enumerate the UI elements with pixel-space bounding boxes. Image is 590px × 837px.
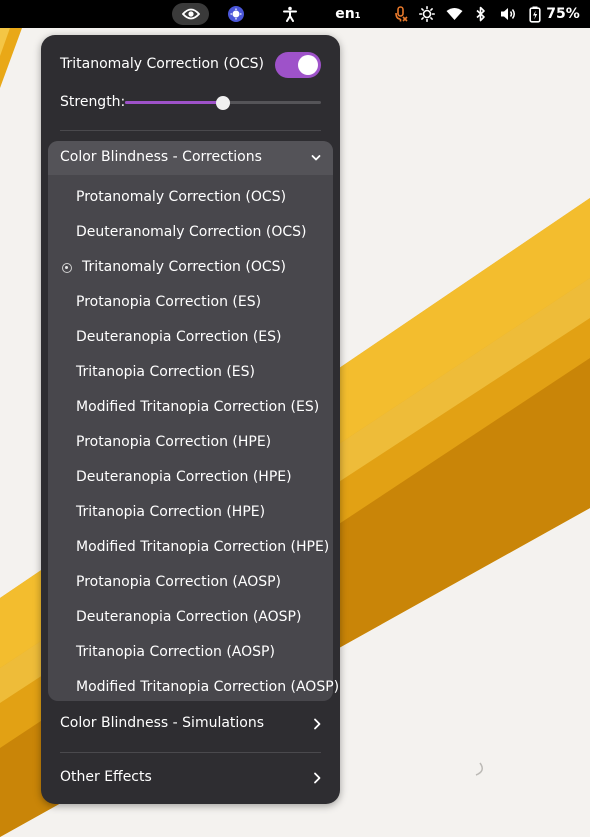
slider-thumb[interactable] [216,96,230,110]
selected-radio-icon [62,263,72,273]
correction-item-label: Protanopia Correction (HPE) [76,434,272,450]
corrections-submenu-header[interactable]: Color Blindness - Corrections [48,141,333,175]
chevron-right-icon [314,718,321,730]
effect-toggle-switch[interactable] [275,52,321,78]
divider [60,752,321,753]
accessibility-icon[interactable] [280,0,300,28]
correction-item[interactable]: Modified Tritanopia Correction (AOSP) [48,671,339,706]
switch-knob [298,55,318,75]
app-indicator-icon[interactable] [226,0,246,28]
tritanomaly-toggle-row[interactable]: Tritanomaly Correction (OCS) [60,51,322,78]
chevron-right-icon [314,772,321,784]
toggle-label: Tritanomaly Correction (OCS) [60,56,264,72]
strength-label: Strength: [60,94,126,110]
correction-item[interactable]: Protanomaly Correction (OCS) [48,181,333,216]
correction-item[interactable]: Deuteranopia Correction (HPE) [48,461,333,496]
correction-item[interactable]: Deuteranopia Correction (ES) [48,321,333,356]
correction-item-label: Tritanomaly Correction (OCS) [82,259,286,275]
correction-item-label: Modified Tritanopia Correction (AOSP) [76,679,340,695]
battery-icon[interactable] [526,0,544,28]
bluetooth-icon[interactable] [472,0,490,28]
eye-icon[interactable] [180,0,201,28]
strength-slider[interactable] [125,93,341,113]
correction-item-label: Tritanopia Correction (AOSP) [76,644,275,660]
volume-icon[interactable] [498,0,518,28]
corrections-submenu: Color Blindness - Corrections Protanomal… [48,141,339,701]
correction-item-label: Protanomaly Correction (OCS) [76,189,287,205]
battery-percentage-label: 75% [546,6,580,22]
slider-fill [125,101,223,104]
corrections-header-label: Color Blindness - Corrections [60,149,262,165]
brightness-icon[interactable] [418,0,436,28]
correction-item[interactable]: Protanopia Correction (HPE) [48,426,333,461]
other-effects-label: Other Effects [60,769,152,785]
other-effects-submenu-item[interactable]: Other Effects [60,763,322,793]
correction-item[interactable]: Protanopia Correction (ES) [48,286,333,321]
correction-item-label: Deuteranopia Correction (ES) [76,329,282,345]
strength-row: Strength: [60,93,322,113]
wifi-icon[interactable] [444,0,464,28]
color-effects-menu: Tritanomaly Correction (OCS) Strength: C… [41,35,340,804]
correction-item-label: Deuteranomaly Correction (OCS) [76,224,307,240]
correction-item-label: Deuteranopia Correction (HPE) [76,469,292,485]
correction-item[interactable]: Protanopia Correction (AOSP) [48,566,333,601]
battery-percentage[interactable]: 75% [546,0,580,28]
correction-item[interactable]: Modified Tritanopia Correction (HPE) [48,531,333,566]
correction-item[interactable]: Modified Tritanopia Correction (ES) [48,391,333,426]
correction-item[interactable]: Deuteranomaly Correction (OCS) [48,216,333,251]
correction-item-label: Protanopia Correction (ES) [76,294,262,310]
correction-item-label: Modified Tritanopia Correction (HPE) [76,539,330,555]
top-bar: en₁ 75% [0,0,590,28]
correction-item-label: Tritanopia Correction (ES) [76,364,255,380]
correction-item-label: Tritanopia Correction (HPE) [76,504,266,520]
correction-item[interactable]: Tritanopia Correction (HPE) [48,496,333,531]
correction-item[interactable]: Tritanopia Correction (AOSP) [48,636,333,671]
chevron-down-icon [311,155,321,161]
divider [60,130,321,131]
correction-item[interactable]: Tritanomaly Correction (OCS) [48,251,333,286]
correction-item-label: Modified Tritanopia Correction (ES) [76,399,320,415]
keyboard-layout-label: en₁ [335,6,361,22]
correction-item-label: Protanopia Correction (AOSP) [76,574,282,590]
correction-item-label: Deuteranopia Correction (AOSP) [76,609,302,625]
correction-item[interactable]: Deuteranopia Correction (AOSP) [48,601,333,636]
correction-item[interactable]: Tritanopia Correction (ES) [48,356,333,391]
simulations-submenu-item[interactable]: Color Blindness - Simulations [60,709,322,739]
simulations-label: Color Blindness - Simulations [60,715,265,731]
microphone-muted-icon[interactable] [392,0,410,28]
keyboard-layout-indicator[interactable]: en₁ [334,0,362,28]
